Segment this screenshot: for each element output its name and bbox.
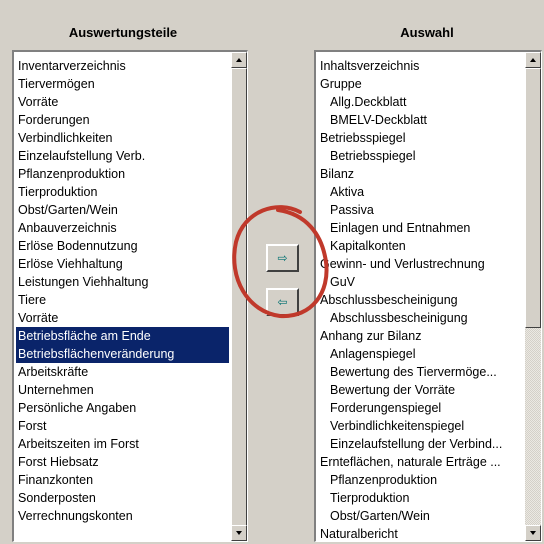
- left-list-item[interactable]: Forst Hiebsatz: [16, 453, 229, 471]
- right-list-item[interactable]: Tierproduktion: [318, 489, 523, 507]
- left-list-item[interactable]: Forderungen: [16, 111, 229, 129]
- scroll-thumb[interactable]: [525, 68, 541, 328]
- remove-from-selection-button[interactable]: ⇦: [266, 288, 299, 316]
- left-list-item[interactable]: Einzelaufstellung Verb.: [16, 147, 229, 165]
- left-list-item[interactable]: Sonderposten: [16, 489, 229, 507]
- left-list-item[interactable]: Tiervermögen: [16, 75, 229, 93]
- left-list-item[interactable]: Erlöse Bodennutzung: [16, 237, 229, 255]
- left-list-item[interactable]: Obst/Garten/Wein: [16, 201, 229, 219]
- right-list-item[interactable]: Gruppe: [318, 75, 523, 93]
- left-list-item[interactable]: Vorräte: [16, 93, 229, 111]
- left-list-item[interactable]: Tierproduktion: [16, 183, 229, 201]
- left-list-item[interactable]: Betriebsfläche am Ende: [16, 327, 229, 345]
- right-panel-header: Auswahl: [400, 25, 454, 40]
- left-list-item[interactable]: Tiere: [16, 291, 229, 309]
- right-list-item[interactable]: Naturalbericht: [318, 525, 523, 541]
- left-scrollbar[interactable]: [231, 52, 247, 541]
- right-list-item[interactable]: Gewinn- und Verlustrechnung: [318, 255, 523, 273]
- arrow-right-icon: ⇨: [277, 251, 288, 265]
- right-list-item[interactable]: Einlagen und Entnahmen: [318, 219, 523, 237]
- right-list-item[interactable]: Einzelaufstellung der Verbind...: [318, 435, 523, 453]
- right-list-item[interactable]: Abschlussbescheinigung: [318, 309, 523, 327]
- scroll-down-icon: [530, 531, 536, 535]
- right-list-item[interactable]: Obst/Garten/Wein: [318, 507, 523, 525]
- left-list-item[interactable]: Erlöse Viehhaltung: [16, 255, 229, 273]
- right-list-item[interactable]: Pflanzenproduktion: [318, 471, 523, 489]
- left-list-item[interactable]: Persönliche Angaben: [16, 399, 229, 417]
- right-list-item[interactable]: Ernteflächen, naturale Erträge ...: [318, 453, 523, 471]
- right-list-item[interactable]: Bewertung der Vorräte: [318, 381, 523, 399]
- left-listbox[interactable]: Inventarverzeichnis Tiervermögen Vorräte Fo…: [12, 50, 248, 542]
- right-list-item[interactable]: Passiva: [318, 201, 523, 219]
- add-to-selection-button[interactable]: ⇨: [266, 244, 299, 272]
- right-list-item[interactable]: Verbindlichkeitenspiegel: [318, 417, 523, 435]
- left-list-item[interactable]: Pflanzenproduktion: [16, 165, 229, 183]
- left-list-item[interactable]: Leistungen Viehhaltung: [16, 273, 229, 291]
- right-list-item[interactable]: BMELV-Deckblatt: [318, 111, 523, 129]
- right-list-item[interactable]: GuV: [318, 273, 523, 291]
- left-list-item[interactable]: Arbeitszeiten im Forst: [16, 435, 229, 453]
- scroll-up-button[interactable]: [231, 52, 247, 68]
- right-list-item[interactable]: Allg.Deckblatt: [318, 93, 523, 111]
- left-list-item[interactable]: Inventarverzeichnis: [16, 57, 229, 75]
- scroll-up-icon: [236, 58, 242, 62]
- scroll-down-button[interactable]: [525, 525, 541, 541]
- scroll-up-button[interactable]: [525, 52, 541, 68]
- left-list-item[interactable]: Unternehmen: [16, 381, 229, 399]
- scroll-down-icon: [236, 531, 242, 535]
- right-listbox[interactable]: Inhaltsverzeichnis Gruppe Allg.Deckblatt BM…: [314, 50, 542, 542]
- scroll-up-icon: [530, 58, 536, 62]
- left-panel-header: Auswertungsteile: [68, 25, 178, 40]
- left-list-item[interactable]: Vorräte: [16, 309, 229, 327]
- right-list-rows: Inhaltsverzeichnis Gruppe Allg.Deckblatt BM…: [318, 57, 523, 541]
- left-list-item[interactable]: Verbindlichkeiten: [16, 129, 229, 147]
- left-list-item[interactable]: Arbeitskräfte: [16, 363, 229, 381]
- right-scrollbar[interactable]: [525, 52, 541, 541]
- right-list-item[interactable]: Betriebsspiegel: [318, 147, 523, 165]
- right-list-item[interactable]: Anlagenspiegel: [318, 345, 523, 363]
- left-list-item[interactable]: Forst: [16, 417, 229, 435]
- right-list-item[interactable]: Anhang zur Bilanz: [318, 327, 523, 345]
- left-list-rows: Inventarverzeichnis Tiervermögen Vorräte Fo…: [16, 57, 229, 525]
- right-list-item[interactable]: Abschlussbescheinigung: [318, 291, 523, 309]
- right-list-item[interactable]: Kapitalkonten: [318, 237, 523, 255]
- right-list-item[interactable]: Aktiva: [318, 183, 523, 201]
- right-list-item[interactable]: Inhaltsverzeichnis: [318, 57, 523, 75]
- right-list-item[interactable]: Bilanz: [318, 165, 523, 183]
- right-list-item[interactable]: Bewertung des Tiervermöge...: [318, 363, 523, 381]
- left-list-item[interactable]: Anbauverzeichnis: [16, 219, 229, 237]
- left-list-item[interactable]: Betriebsflächenveränderung: [16, 345, 229, 363]
- left-list-item[interactable]: Finanzkonten: [16, 471, 229, 489]
- arrow-left-icon: ⇦: [277, 295, 288, 309]
- right-list-item[interactable]: Forderungenspiegel: [318, 399, 523, 417]
- scroll-thumb[interactable]: [231, 68, 247, 526]
- scroll-down-button[interactable]: [231, 525, 247, 541]
- left-list-item[interactable]: Verrechnungskonten: [16, 507, 229, 525]
- right-list-item[interactable]: Betriebsspiegel: [318, 129, 523, 147]
